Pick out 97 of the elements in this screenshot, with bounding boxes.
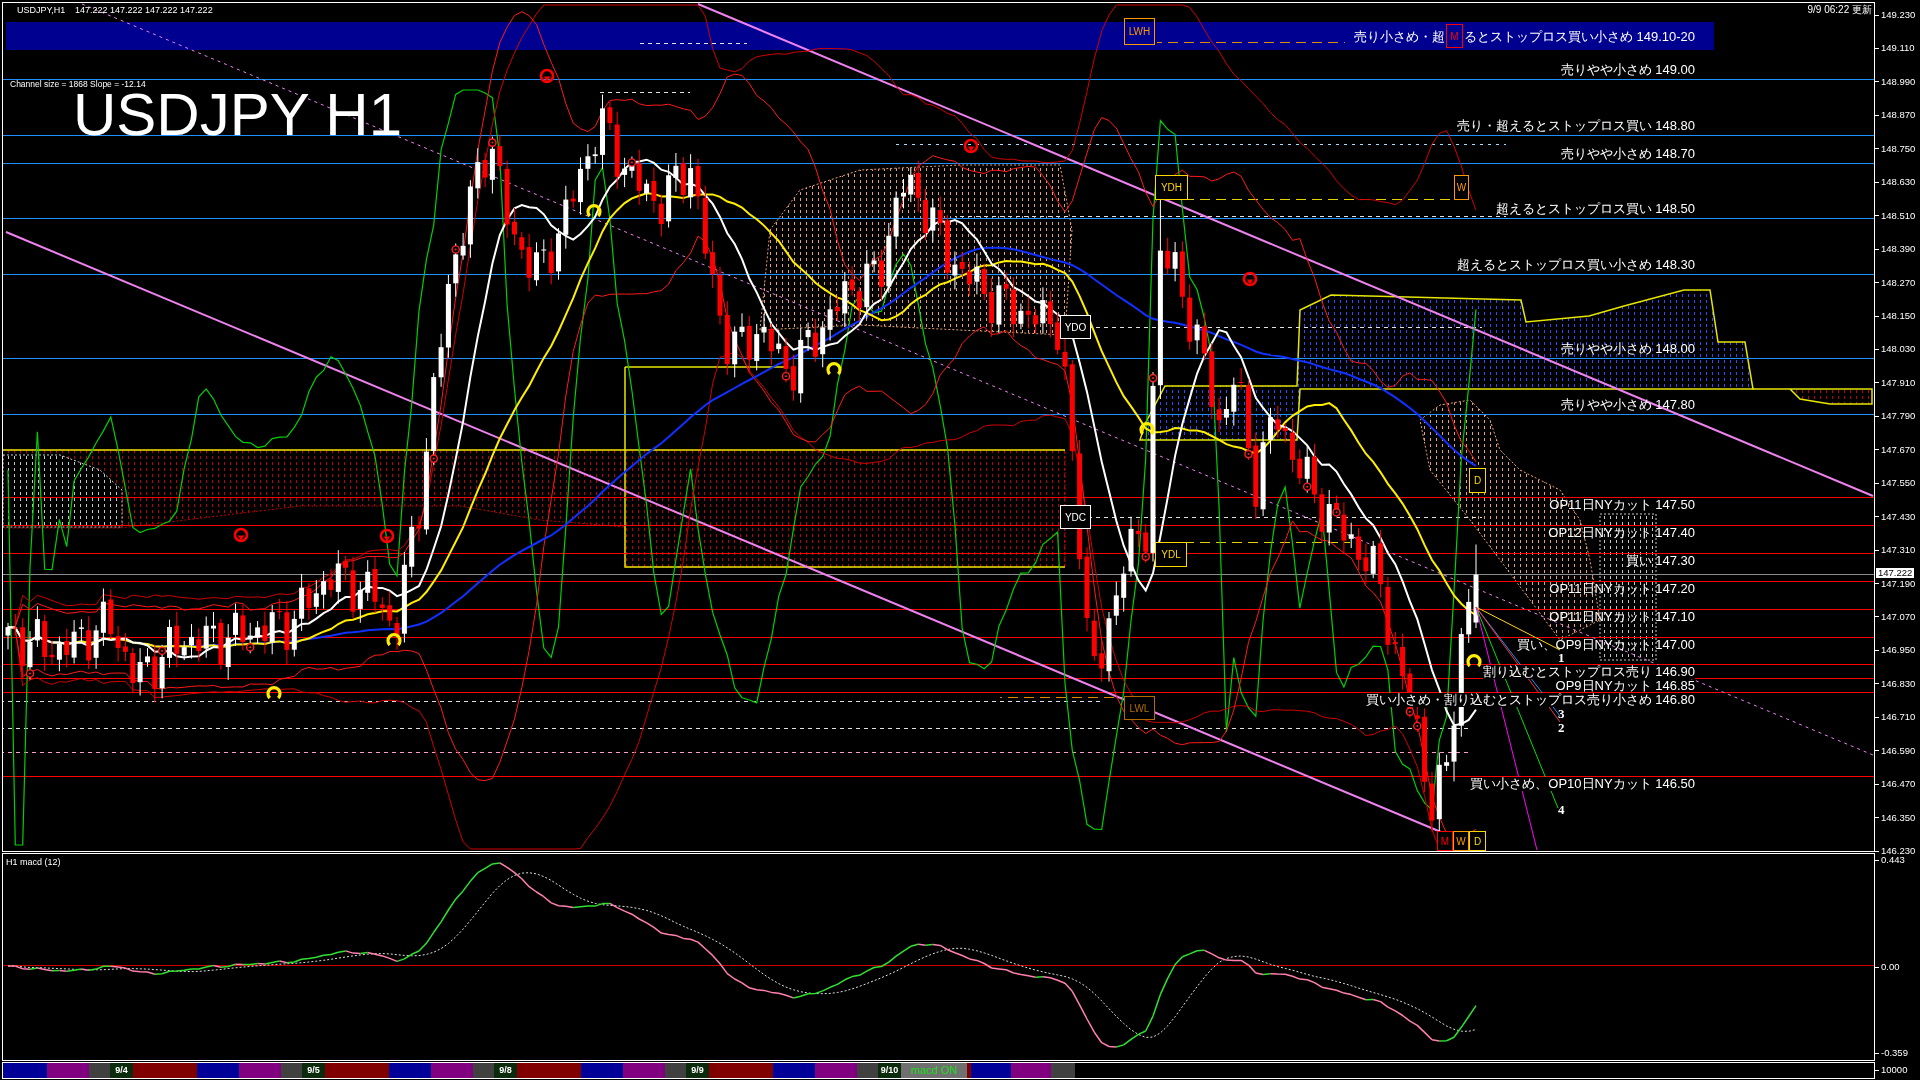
level-label: 売りやや小さめ 148.70: [1560, 147, 1695, 161]
indicator-title: H1 macd (12): [6, 857, 61, 868]
price-axis-label: 147.430: [1875, 511, 1916, 522]
price-axis-label: 147.910: [1875, 377, 1916, 388]
level-label: 割り込むとストップロス売り 146.90: [1482, 665, 1695, 679]
horseshoe-icon: [266, 686, 282, 699]
date-segment: 9/5: [302, 1063, 325, 1078]
price-marker: W: [1453, 831, 1469, 851]
small-ring-icon: [488, 138, 497, 147]
price-marker: LWH: [1124, 18, 1155, 45]
zone-label: 売り小さめ・超: [1353, 28, 1445, 44]
macd-axis-label: 0.443: [1875, 855, 1905, 865]
level-label: 買い、OP9日NYカット 147.00: [1516, 638, 1695, 652]
horseshoe-icon: [586, 204, 602, 217]
chart-title: USDJPY H1: [73, 90, 402, 140]
price-axis-label: 147.070: [1875, 611, 1916, 622]
price-axis-label: 148.030: [1875, 344, 1916, 355]
level-label: 売り・超えるとストップロス買い 148.80: [1456, 119, 1695, 133]
horseshoe-icon: [826, 362, 842, 375]
small-ring-icon: [627, 158, 637, 167]
macd-axis-label: -0.359: [1875, 1048, 1908, 1058]
price-axis-label: 147.790: [1875, 411, 1916, 422]
horseshoe-icon: [386, 633, 402, 646]
price-axis-label: 148.150: [1875, 311, 1916, 321]
horseshoe-icon: [1466, 654, 1482, 667]
level-label: 売りやや小さめ 148.00: [1560, 342, 1695, 356]
small-ring-icon: [1244, 449, 1253, 459]
zone-label: るとストップロス買い小さめ 149.10-20: [1463, 28, 1695, 44]
axis-label: 10000: [1875, 1065, 1908, 1075]
symbol-label: USDJPY,H1: [17, 5, 66, 16]
current-price-tag: 147.222: [1876, 568, 1915, 578]
level-label: 買い小さめ、OP10日NYカット 146.50: [1470, 777, 1695, 791]
price-axis-label: 146.950: [1875, 645, 1916, 656]
level-label: OP11日NYカット 147.10: [1549, 610, 1695, 624]
price-marker: YDO: [1060, 315, 1091, 339]
projection-number: 3: [1558, 707, 1565, 720]
price-marker: YDC: [1060, 505, 1091, 529]
price-axis-label: 146.830: [1875, 678, 1916, 689]
small-ring-icon: [781, 371, 791, 381]
price-axis-label: 147.190: [1875, 578, 1916, 589]
price-axis-label: 148.990: [1875, 76, 1916, 87]
price-axis-label: 148.630: [1875, 177, 1916, 188]
level-label: 買い 147.30: [1625, 554, 1695, 568]
update-time-label: 9/9 06:22 更新: [1807, 4, 1872, 16]
price-marker: D: [1469, 468, 1486, 493]
price-axis-label: 148.750: [1875, 143, 1916, 154]
price-marker: M: [1437, 831, 1453, 851]
price-marker: YDH: [1155, 175, 1188, 200]
projection-number: 2: [1558, 721, 1565, 734]
small-ring-icon: [1148, 373, 1158, 383]
price-axis-label: 149.110: [1875, 43, 1915, 54]
small-ring-icon: [451, 245, 460, 254]
level-label: 売りやや小さめ 147.80: [1560, 398, 1695, 412]
date-segment: 9/8: [494, 1063, 517, 1078]
small-ring-icon: [1302, 482, 1312, 491]
price-axis-label: 146.710: [1875, 712, 1916, 723]
level-label: 買い小さめ・割り込むとストップロス売り小さめ 146.80: [1365, 693, 1695, 707]
level-label: 超えるとストップロス買い小さめ 148.30: [1456, 258, 1695, 272]
price-axis-label: 146.350: [1875, 812, 1916, 823]
horseshoe-icon: [1139, 422, 1155, 435]
small-ring-icon: [25, 669, 35, 678]
price-axis-label: 146.590: [1875, 745, 1916, 756]
price-marker: W: [1454, 175, 1469, 200]
level-label: OP11日NYカット 147.50: [1549, 498, 1695, 512]
price-axis-label: 147.310: [1875, 545, 1916, 555]
level-label: 売りやや小さめ 149.00: [1560, 63, 1695, 77]
date-segment: 9/9: [686, 1063, 709, 1078]
date-segment: 9/10: [878, 1063, 901, 1078]
small-ring-icon: [1332, 508, 1341, 517]
price-axis-label: 148.270: [1875, 277, 1916, 288]
price-axis-label: 149.230: [1875, 10, 1916, 20]
price-marker: M: [1445, 24, 1463, 48]
price-marker: D: [1469, 831, 1486, 851]
projection-number: 1: [1558, 651, 1565, 664]
level-label: 超えるとストップロス買い 148.50: [1495, 202, 1695, 216]
price-axis-label: 146.470: [1875, 779, 1916, 790]
date-segment: 9/4: [110, 1063, 133, 1078]
price-marker: YDL: [1155, 542, 1187, 567]
small-ring-icon: [157, 646, 167, 656]
level-label: OP12日NYカット 147.40: [1548, 526, 1695, 540]
projection-number: 4: [1558, 803, 1565, 816]
price-axis-label: 147.550: [1875, 478, 1916, 489]
price-axis-label: 148.390: [1875, 244, 1916, 255]
level-label: OP9日NYカット 146.85: [1555, 679, 1695, 693]
price-axis-label: 148.510: [1875, 210, 1916, 221]
small-ring-icon: [1141, 552, 1150, 561]
channel-info-label: Channel size = 1868 Slope = -12.14: [10, 79, 146, 89]
macd-axis-label: 0.00: [1875, 962, 1900, 972]
session-segment: [3, 1063, 47, 1078]
price-readout: 147.222 147.222 147.222 147.222: [75, 5, 213, 16]
small-ring-icon: [429, 454, 438, 463]
price-axis-label: 147.670: [1875, 444, 1916, 455]
level-label: OP11日NYカット 147.20: [1549, 582, 1695, 596]
status-segment: macd ON: [901, 1063, 967, 1078]
price-marker: LWL: [1124, 696, 1155, 720]
price-axis-label: 148.870: [1875, 110, 1916, 121]
small-ring-icon: [245, 643, 255, 652]
